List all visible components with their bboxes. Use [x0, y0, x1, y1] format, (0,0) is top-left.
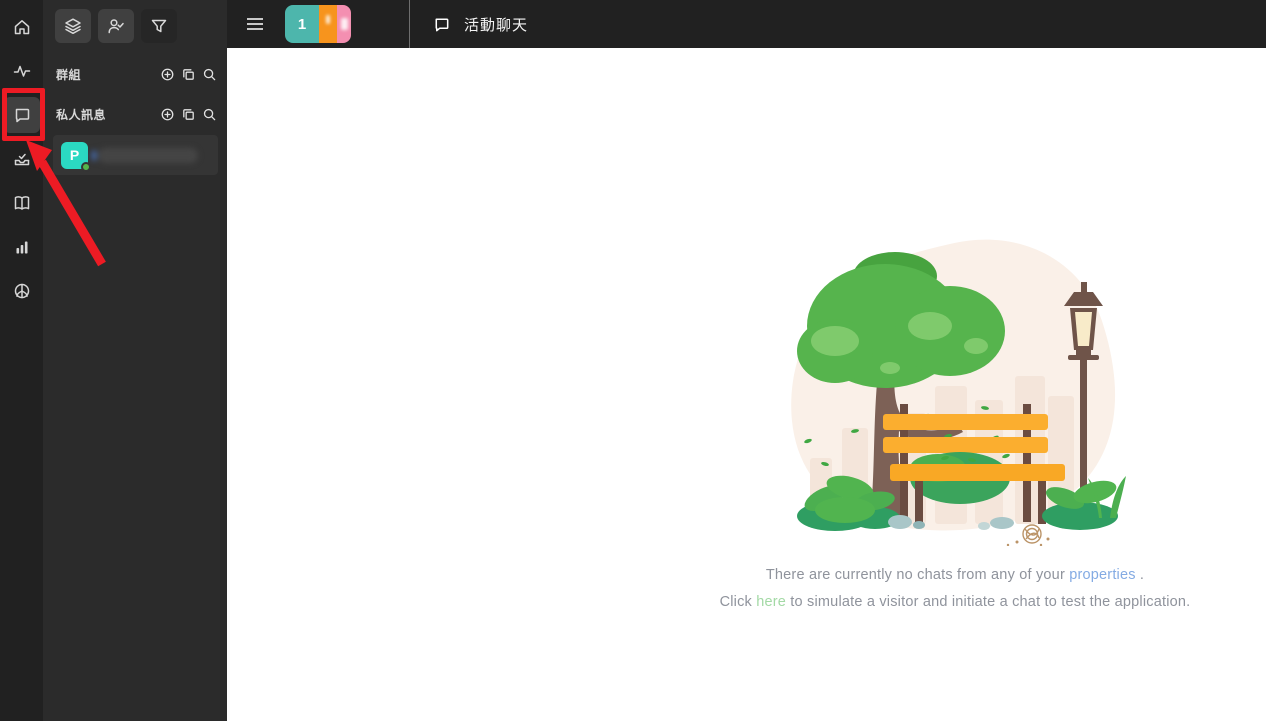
- person-check-icon: [106, 16, 126, 36]
- avatar-letter: P: [70, 147, 79, 163]
- groups-copy-icon[interactable]: [180, 66, 196, 82]
- line1-suffix: .: [1136, 567, 1144, 583]
- activity-icon: [12, 61, 32, 81]
- layers-icon: [63, 16, 83, 36]
- book-icon: [12, 193, 32, 213]
- dm-section-header: 私人訊息: [43, 94, 227, 134]
- online-status-dot: [81, 162, 91, 172]
- empty-state-line-2: Click here to simulate a visitor and ini…: [695, 589, 1215, 616]
- funnel-icon: [149, 16, 169, 36]
- rail-item-chats[interactable]: [4, 97, 40, 133]
- dm-list-item[interactable]: P: [53, 135, 218, 175]
- app-window: 群組 私人訊息: [0, 0, 1266, 721]
- dm-search-icon[interactable]: [201, 106, 217, 122]
- groups-add-icon[interactable]: [159, 66, 175, 82]
- dm-add-icon[interactable]: [159, 106, 175, 122]
- topbar: 1 活動聊天: [227, 0, 1266, 48]
- line2-prefix: Click: [720, 594, 757, 610]
- globe-icon: [12, 281, 32, 301]
- empty-state-line-1: There are currently no chats from any of…: [695, 562, 1215, 589]
- inbox-check-icon: [12, 149, 32, 169]
- panel-toolbar: [43, 0, 227, 43]
- groups-section-label: 群組: [56, 66, 81, 83]
- view-title: 活動聊天: [432, 14, 528, 35]
- chat-bubble-icon: [432, 15, 451, 34]
- home-icon: [12, 17, 32, 37]
- bar-chart-icon: [12, 237, 32, 257]
- empty-state-illustration: [780, 226, 1130, 546]
- dm-copy-icon[interactable]: [180, 106, 196, 122]
- layers-filter-button[interactable]: [55, 9, 91, 43]
- empty-state: There are currently no chats from any of…: [695, 226, 1215, 616]
- avatar: P: [61, 142, 88, 169]
- filter-button[interactable]: [141, 9, 177, 43]
- property-switcher-badge[interactable]: 1: [285, 5, 351, 43]
- rail-item-activity[interactable]: [4, 53, 40, 89]
- rail-item-home[interactable]: [4, 9, 40, 45]
- line2-suffix: to simulate a visitor and initiate a cha…: [786, 594, 1190, 610]
- line1-prefix: There are currently no chats from any of…: [766, 567, 1069, 583]
- rail-item-library[interactable]: [4, 185, 40, 221]
- badge-segment-pink: [337, 5, 351, 43]
- nav-rail: [0, 0, 43, 721]
- badge-segment-orange: [319, 5, 337, 43]
- agents-filter-button[interactable]: [98, 9, 134, 43]
- hamburger-menu-button[interactable]: [235, 4, 275, 44]
- simulate-visitor-link[interactable]: here: [756, 594, 786, 610]
- properties-link[interactable]: properties: [1069, 567, 1135, 583]
- channel-panel: 群組 私人訊息: [43, 0, 227, 721]
- groups-search-icon[interactable]: [201, 66, 217, 82]
- rail-item-reports[interactable]: [4, 229, 40, 265]
- rail-item-world[interactable]: [4, 273, 40, 309]
- badge-count: 1: [298, 16, 306, 33]
- dm-name-fragment: [92, 151, 96, 160]
- badge-count-segment: 1: [285, 5, 319, 43]
- groups-section-header: 群組: [43, 54, 227, 94]
- dm-name-redacted: [98, 148, 198, 163]
- chat-bubble-icon: [12, 105, 32, 125]
- dm-section-label: 私人訊息: [56, 106, 106, 123]
- main-content: There are currently no chats from any of…: [227, 48, 1266, 721]
- rail-item-inbox[interactable]: [4, 141, 40, 177]
- page-title: 活動聊天: [464, 14, 528, 35]
- topbar-divider: [409, 0, 410, 48]
